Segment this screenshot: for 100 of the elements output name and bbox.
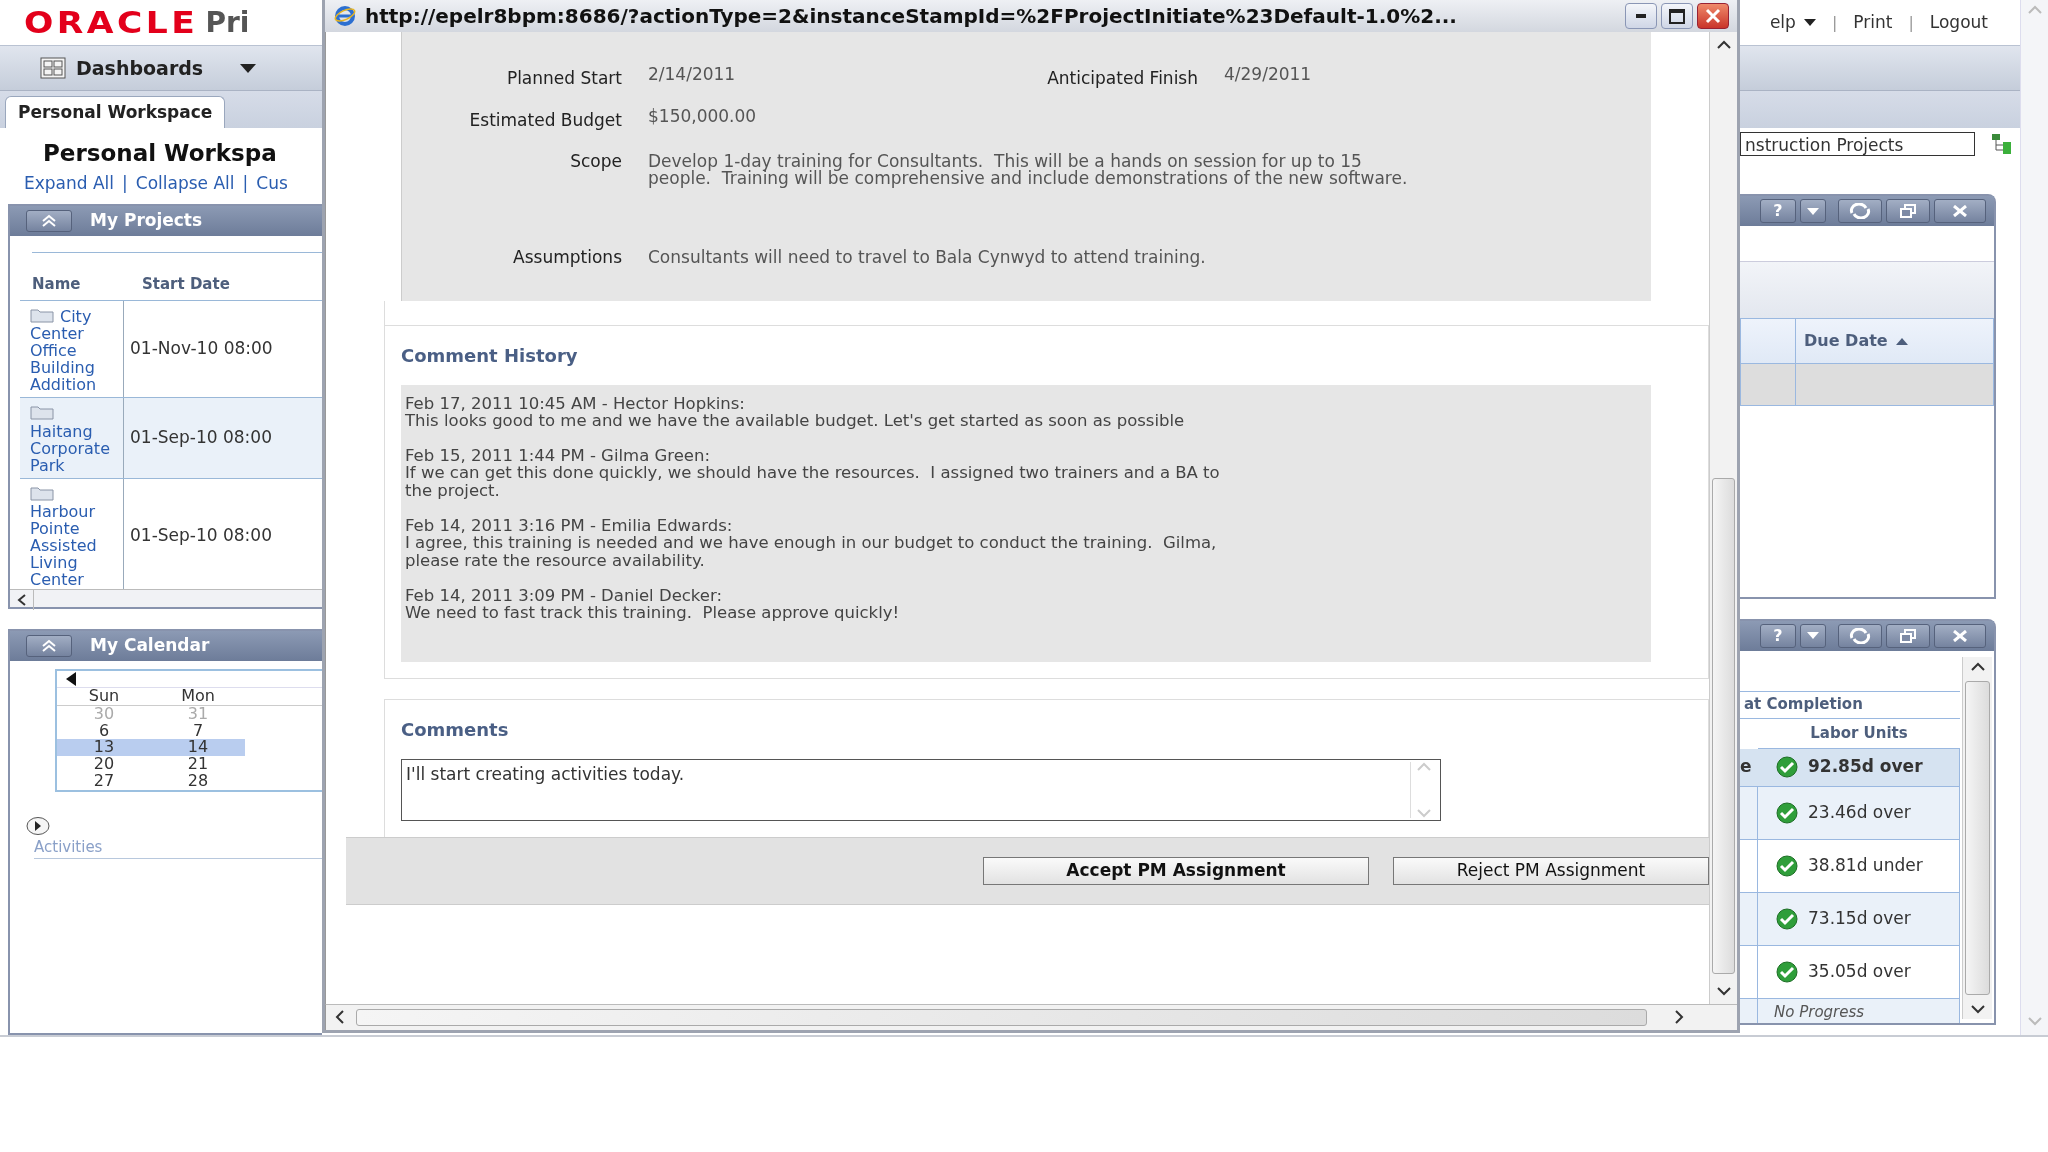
column-header[interactable]: Name	[32, 273, 142, 296]
restore-button[interactable]	[1886, 199, 1930, 223]
refresh-icon	[1849, 627, 1871, 644]
previous-month-icon[interactable]	[65, 671, 77, 687]
workspace-link[interactable]: Expand All	[24, 172, 115, 193]
calendar-day[interactable]: 14	[151, 739, 245, 757]
refresh-button[interactable]	[1838, 199, 1882, 223]
caret-icon	[1807, 207, 1819, 215]
scroll-right-icon[interactable]	[1674, 1010, 1684, 1024]
calendar-day[interactable]: 27	[57, 773, 151, 790]
header-link[interactable]: Print	[1853, 9, 1893, 36]
tree-icon[interactable]	[1991, 133, 2013, 155]
table-row[interactable]: 73.15d over	[1740, 892, 1960, 946]
column-header[interactable]: Start Date	[142, 273, 230, 296]
collapse-icon	[40, 639, 58, 653]
comment-text: This looks good to me and we have the available budget. Let's get started as soon as possible	[405, 411, 1186, 430]
table-cell-text: 92.85d over	[1808, 755, 1923, 779]
column-header[interactable]: Labor Units	[1758, 718, 1960, 749]
table-row[interactable]: 23.46d over	[1740, 786, 1960, 840]
folder-icon	[30, 484, 54, 501]
maximize-button[interactable]	[1661, 3, 1693, 29]
field-value: Develop 1-day training for Consultants. This will be a hands on session for up to 15 people. Training will be comprehensive and include demonstrations of the new software.	[648, 153, 1409, 187]
minimize-icon	[1636, 14, 1646, 18]
calendar-day[interactable]: 20	[57, 756, 151, 773]
expand-icon[interactable]	[26, 815, 50, 836]
comment-heading: Feb 14, 2011 3:09 PM - Daniel Decker:	[405, 587, 724, 605]
dropdown-button[interactable]	[1800, 199, 1826, 223]
refresh-button[interactable]	[1838, 623, 1882, 648]
restore-icon	[1900, 628, 1916, 643]
comment-text: If we can get this done quickly, we should have the resources. I assigned two trainers and a BA to the project.	[405, 464, 1221, 500]
window-title: http://epelr8bpm:8686/?actionType=2&instanceStampId=%2FProjectInitiate%23Default-1.0%2...	[365, 3, 1457, 30]
calendar-day[interactable]: 13	[57, 739, 151, 757]
caret-icon	[1803, 19, 1816, 26]
sort-ascending-icon	[1895, 337, 1908, 345]
field-label: Planned Start	[505, 67, 622, 90]
weekday-label: Mon	[180, 688, 216, 705]
separator: |	[1831, 11, 1838, 34]
reject-button[interactable]: Reject PM Assignment	[1393, 856, 1709, 885]
field-label: Anticipated Finish	[1046, 67, 1198, 90]
collapse-button[interactable]	[26, 209, 72, 232]
project-link[interactable]: Haitang Corporate Park	[30, 404, 119, 474]
scroll-left-icon[interactable]	[16, 594, 27, 606]
table-row[interactable]: 35.05d over	[1740, 945, 1960, 999]
check-icon	[1774, 854, 1800, 877]
calendar-day[interactable]: 6	[57, 722, 151, 740]
close-button[interactable]	[1934, 199, 1986, 223]
horizontal-scrollbar[interactable]	[10, 589, 322, 607]
table-cell-text: 73.15d over	[1808, 906, 1911, 930]
check-icon	[1774, 756, 1800, 779]
header-link[interactable]: elp	[1769, 9, 1816, 36]
scroll-down-icon[interactable]	[1716, 986, 1731, 996]
scroll-up-icon[interactable]	[1716, 40, 1731, 50]
scroll-down-icon[interactable]	[1970, 1004, 1985, 1014]
field-label: Estimated Budget	[468, 108, 622, 132]
separator: |	[1908, 11, 1914, 34]
field-value: 2/14/2011	[648, 66, 737, 83]
calendar-day[interactable]: 7	[151, 722, 245, 740]
project-link[interactable]: Harbour Pointe Assisted Living Center	[30, 484, 119, 589]
dropdown-button[interactable]	[1800, 623, 1826, 648]
table-cell-text: e	[1740, 755, 1752, 779]
collapse-button[interactable]	[26, 635, 72, 657]
workspace-tab[interactable]: Personal Workspace	[5, 95, 226, 128]
dashboards-menu[interactable]: Dashboards	[28, 53, 268, 83]
horizontal-scrollbar[interactable]	[325, 1004, 1737, 1030]
workspace-link[interactable]: Collapse All	[135, 172, 235, 193]
comment-heading: Feb 14, 2011 3:16 PM - Emilia Edwards:	[405, 517, 734, 535]
table-row[interactable]: No Progress	[1740, 998, 1960, 1023]
field-value: $150,000.00	[648, 107, 757, 125]
calendar-day[interactable]: 21	[151, 756, 245, 773]
project-link[interactable]: City Center Office Building Addition	[30, 306, 119, 394]
folder-icon	[30, 404, 54, 421]
workspace-title: Personal Workspa	[43, 139, 278, 168]
field-value: Consultants will need to travel to Bala Cynwyd to attend training.	[648, 249, 1206, 266]
table-row[interactable]: 38.81d under	[1740, 839, 1960, 893]
table-cell-text: 23.46d over	[1808, 800, 1911, 824]
workspace-link[interactable]: Cus	[256, 172, 288, 193]
header-link[interactable]: Logout	[1929, 9, 1988, 36]
close-icon	[1705, 8, 1721, 24]
field-label: Assumptions	[512, 246, 622, 269]
restore-button[interactable]	[1886, 623, 1930, 648]
comment-heading: Feb 15, 2011 1:44 PM - Gilma Green:	[405, 447, 712, 465]
table-row[interactable]: e 92.85d over	[1740, 748, 1960, 787]
project-filter-field[interactable]: nstruction Projects	[1740, 132, 1975, 156]
check-icon	[1774, 960, 1800, 983]
oracle-logo: ORACLE	[24, 4, 199, 42]
comment-text: I agree, this training is needed and we have enough in our budget to conduct the training. Gilma, please rate the resource availability.	[405, 534, 1218, 569]
comment-heading: Feb 17, 2011 10:45 AM - Hector Hopkins:	[405, 394, 746, 412]
accept-button[interactable]: Accept PM Assignment	[983, 856, 1369, 885]
separator: |	[122, 172, 128, 193]
vertical-scrollbar[interactable]	[1962, 656, 1992, 1019]
table-cell-text: 38.81d under	[1808, 853, 1923, 877]
table-cell-text: 01-Nov-10 08:00	[130, 337, 273, 361]
minimize-button[interactable]	[1625, 3, 1657, 29]
calendar-day[interactable]: 28	[151, 773, 245, 790]
close-button[interactable]	[1934, 623, 1986, 648]
scroll-up-icon[interactable]	[1970, 661, 1985, 672]
vertical-scrollbar[interactable]	[1709, 32, 1737, 1004]
scroll-left-icon[interactable]	[335, 1010, 345, 1024]
close-button[interactable]	[1697, 3, 1729, 29]
comment-text: We need to fast track this training. Please approve quickly!	[405, 604, 901, 622]
